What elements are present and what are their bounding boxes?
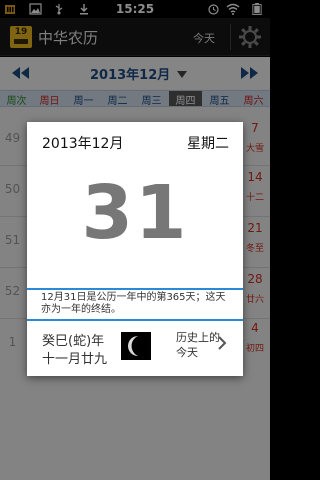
- day-description: 12月31日是公历一年中的第365天；这天亦为一年的终结。: [41, 292, 226, 315]
- chevron-right-icon: [218, 336, 227, 350]
- lunar-year: 癸巳(蛇)年: [42, 334, 105, 349]
- dialog-footer: 癸巳(蛇)年 十一月廿九 历史上的今天: [27, 322, 243, 376]
- lunar-day: 十一月廿九: [42, 352, 108, 367]
- day-detail-dialog: 2013年12月 星期二 31 12月31日是公历一年中的第365天；这天亦为一…: [27, 122, 243, 376]
- dialog-day-number: 31: [81, 170, 189, 256]
- history-today-label: 历史上的今天: [176, 331, 220, 359]
- screen: 15:25 19 中华农历 今天 2013年12月 周次 周日 周一 周二 周三…: [0, 0, 270, 480]
- top-accent-line: [27, 288, 243, 290]
- dialog-month-label: 2013年12月: [42, 136, 124, 152]
- bottom-accent-line: [27, 319, 243, 321]
- dialog-weekday-label: 星期二: [187, 136, 229, 152]
- waning-crescent-moon-icon: [121, 332, 151, 360]
- history-today-link[interactable]: 历史上的今天: [176, 330, 242, 368]
